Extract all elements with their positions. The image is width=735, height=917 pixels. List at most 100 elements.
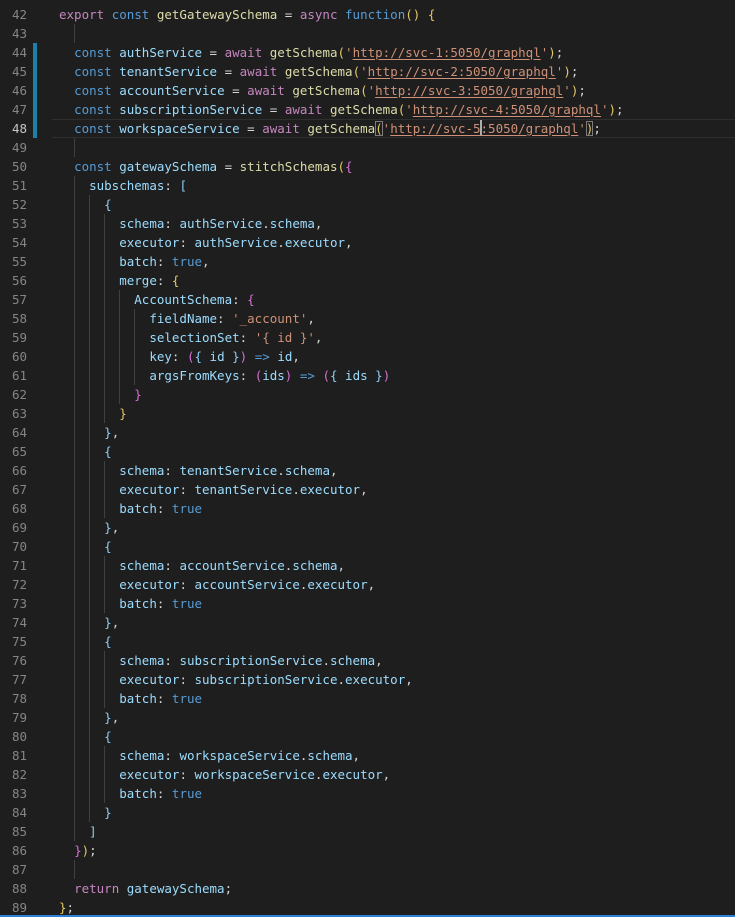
line-number[interactable]: 68 — [0, 499, 27, 518]
code-line[interactable]: 54 executor: authService.executor, — [0, 233, 735, 252]
code-line[interactable]: 50 const gatewaySchema = stitchSchemas({ — [0, 157, 735, 176]
code-line[interactable]: 53 schema: authService.schema, — [0, 214, 735, 233]
line-number[interactable]: 50 — [0, 157, 27, 176]
line-number[interactable]: 74 — [0, 613, 27, 632]
code-line[interactable]: 43 — [0, 24, 735, 43]
line-number[interactable]: 48 — [0, 119, 27, 138]
git-modified-indicator[interactable] — [33, 62, 37, 81]
line-number[interactable]: 88 — [0, 879, 27, 898]
line-number[interactable]: 78 — [0, 689, 27, 708]
line-number[interactable]: 45 — [0, 62, 27, 81]
line-number[interactable]: 72 — [0, 575, 27, 594]
code-line[interactable]: 45 const tenantService = await getSchema… — [0, 62, 735, 81]
code-line[interactable]: 76 schema: subscriptionService.schema, — [0, 651, 735, 670]
code-line[interactable]: 62 } — [0, 385, 735, 404]
line-number[interactable]: 70 — [0, 537, 27, 556]
line-number[interactable]: 51 — [0, 176, 27, 195]
code-line[interactable]: 65 { — [0, 442, 735, 461]
code-line[interactable]: 84 } — [0, 803, 735, 822]
syntax-token: } — [74, 843, 82, 858]
code-line[interactable]: 57 AccountSchema: { — [0, 290, 735, 309]
code-line[interactable]: 51 subschemas: [ — [0, 176, 735, 195]
line-number[interactable]: 85 — [0, 822, 27, 841]
code-line[interactable]: 82 executor: workspaceService.executor, — [0, 765, 735, 784]
code-line[interactable]: 60 key: ({ id }) => id, — [0, 347, 735, 366]
code-line[interactable]: 66 schema: tenantService.schema, — [0, 461, 735, 480]
code-line[interactable]: 59 selectionSet: '{ id }', — [0, 328, 735, 347]
line-number[interactable]: 46 — [0, 81, 27, 100]
code-line[interactable]: 75 { — [0, 632, 735, 651]
line-number[interactable]: 82 — [0, 765, 27, 784]
line-number[interactable]: 81 — [0, 746, 27, 765]
code-line[interactable]: 71 schema: accountService.schema, — [0, 556, 735, 575]
code-line[interactable]: 83 batch: true — [0, 784, 735, 803]
code-line[interactable]: 69 }, — [0, 518, 735, 537]
code-line[interactable]: 47 const subscriptionService = await get… — [0, 100, 735, 119]
line-number[interactable]: 47 — [0, 100, 27, 119]
line-number[interactable]: 79 — [0, 708, 27, 727]
code-line[interactable]: 49 — [0, 138, 735, 157]
line-number[interactable]: 42 — [0, 5, 27, 24]
git-modified-indicator[interactable] — [33, 43, 37, 62]
line-number[interactable]: 86 — [0, 841, 27, 860]
code-line[interactable]: 42export const getGatewaySchema = async … — [0, 5, 735, 24]
line-number[interactable]: 64 — [0, 423, 27, 442]
line-number[interactable]: 67 — [0, 480, 27, 499]
code-line[interactable]: 72 executor: accountService.executor, — [0, 575, 735, 594]
line-number[interactable]: 53 — [0, 214, 27, 233]
line-number[interactable]: 76 — [0, 651, 27, 670]
code-line[interactable]: 52 { — [0, 195, 735, 214]
line-number[interactable]: 69 — [0, 518, 27, 537]
code-line[interactable]: 81 schema: workspaceService.schema, — [0, 746, 735, 765]
line-number[interactable]: 52 — [0, 195, 27, 214]
code-line[interactable]: 44 const authService = await getSchema('… — [0, 43, 735, 62]
line-number[interactable]: 44 — [0, 43, 27, 62]
code-line[interactable]: 56 merge: { — [0, 271, 735, 290]
line-number[interactable]: 80 — [0, 727, 27, 746]
line-number[interactable]: 55 — [0, 252, 27, 271]
code-line[interactable]: 70 { — [0, 537, 735, 556]
code-line[interactable]: 73 batch: true — [0, 594, 735, 613]
code-line[interactable]: 87 — [0, 860, 735, 879]
line-number[interactable]: 56 — [0, 271, 27, 290]
line-number[interactable]: 66 — [0, 461, 27, 480]
line-number[interactable]: 87 — [0, 860, 27, 879]
code-line[interactable]: 63 } — [0, 404, 735, 423]
code-line[interactable]: 85 ] — [0, 822, 735, 841]
line-number[interactable]: 62 — [0, 385, 27, 404]
line-number[interactable]: 84 — [0, 803, 27, 822]
code-line[interactable]: 61 argsFromKeys: (ids) => ({ ids }) — [0, 366, 735, 385]
git-modified-indicator[interactable] — [33, 81, 37, 100]
code-line[interactable]: 77 executor: subscriptionService.executo… — [0, 670, 735, 689]
line-number[interactable]: 73 — [0, 594, 27, 613]
code-line[interactable]: 58 fieldName: '_account', — [0, 309, 735, 328]
git-modified-indicator[interactable] — [33, 100, 37, 119]
code-line[interactable]: 67 executor: tenantService.executor, — [0, 480, 735, 499]
code-line[interactable]: 78 batch: true — [0, 689, 735, 708]
line-number[interactable]: 43 — [0, 24, 27, 43]
code-line[interactable]: 48 const workspaceService = await getSch… — [0, 119, 735, 138]
code-line[interactable]: 74 }, — [0, 613, 735, 632]
git-modified-indicator[interactable] — [33, 119, 37, 138]
code-line[interactable]: 46 const accountService = await getSchem… — [0, 81, 735, 100]
code-line[interactable]: 80 { — [0, 727, 735, 746]
code-line[interactable]: 64 }, — [0, 423, 735, 442]
line-number[interactable]: 83 — [0, 784, 27, 803]
line-number[interactable]: 75 — [0, 632, 27, 651]
line-number[interactable]: 77 — [0, 670, 27, 689]
line-number[interactable]: 65 — [0, 442, 27, 461]
code-line[interactable]: 88 return gatewaySchema; — [0, 879, 735, 898]
line-number[interactable]: 61 — [0, 366, 27, 385]
code-line[interactable]: 79 }, — [0, 708, 735, 727]
line-number[interactable]: 58 — [0, 309, 27, 328]
code-line[interactable]: 55 batch: true, — [0, 252, 735, 271]
line-number[interactable]: 60 — [0, 347, 27, 366]
line-number[interactable]: 71 — [0, 556, 27, 575]
line-number[interactable]: 59 — [0, 328, 27, 347]
line-number[interactable]: 63 — [0, 404, 27, 423]
code-line[interactable]: 68 batch: true — [0, 499, 735, 518]
line-number[interactable]: 57 — [0, 290, 27, 309]
line-number[interactable]: 54 — [0, 233, 27, 252]
code-line[interactable]: 86 }); — [0, 841, 735, 860]
line-number[interactable]: 49 — [0, 138, 27, 157]
